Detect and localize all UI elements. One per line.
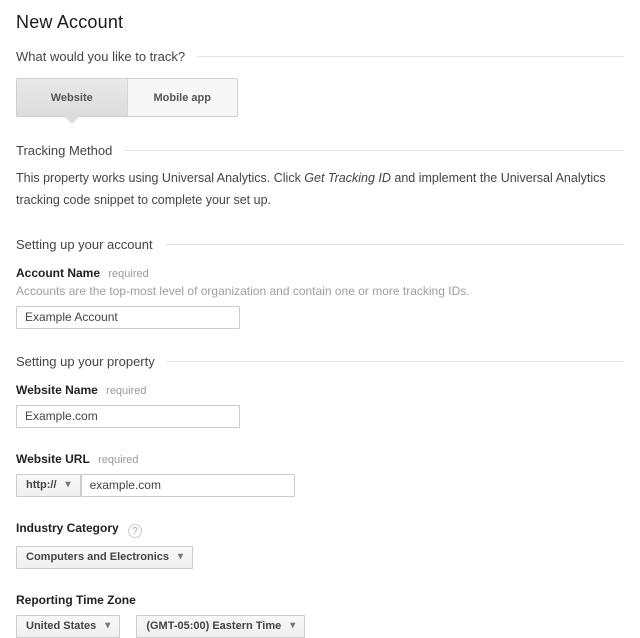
tracking-method-section: Tracking Method This property works usin… — [16, 143, 624, 212]
reporting-time-zone-label: Reporting Time Zone — [16, 593, 136, 607]
tab-website[interactable]: Website — [17, 79, 127, 116]
account-setup-heading-label: Setting up your account — [16, 237, 153, 252]
account-name-input[interactable] — [16, 306, 240, 329]
tab-mobile-app[interactable]: Mobile app — [127, 79, 238, 116]
website-name-input[interactable] — [16, 405, 240, 428]
tracking-method-description: This property works using Universal Anal… — [16, 168, 624, 212]
time-zone-dropdown[interactable]: (GMT-05:00) Eastern Time ▾ — [136, 615, 305, 638]
account-name-helper-text: Accounts are the top-most level of organ… — [16, 284, 624, 298]
track-type-tabs: Website Mobile app — [16, 78, 238, 117]
get-tracking-id-text: Get Tracking ID — [304, 171, 391, 185]
country-dropdown[interactable]: United States ▾ — [16, 615, 120, 638]
property-setup-section: Setting up your property Website Name re… — [16, 354, 624, 638]
website-name-field-group: Website Name required — [16, 383, 624, 428]
tab-website-label: Website — [51, 92, 93, 104]
website-url-input[interactable] — [81, 474, 295, 497]
account-name-field-group: Account Name required Accounts are the t… — [16, 266, 624, 329]
chevron-down-icon: ▾ — [105, 621, 110, 631]
reporting-time-zone-field-group: Reporting Time Zone United States ▾ (GMT… — [16, 593, 624, 638]
chevron-down-icon: ▾ — [178, 552, 183, 562]
help-icon[interactable]: ? — [128, 524, 142, 538]
new-account-page: New Account What would you like to track… — [0, 0, 640, 638]
website-name-required-tag: required — [106, 385, 146, 397]
industry-category-field-group: Industry Category ? Computers and Electr… — [16, 521, 624, 569]
country-value: United States — [26, 620, 96, 632]
reporting-time-zone-label-row: Reporting Time Zone — [16, 593, 624, 607]
industry-category-label: Industry Category — [16, 521, 119, 535]
account-setup-heading: Setting up your account — [16, 237, 624, 252]
website-url-row: http:// ▾ — [16, 474, 624, 497]
industry-category-label-row: Industry Category ? — [16, 521, 624, 538]
website-name-label: Website Name — [16, 383, 98, 397]
industry-category-value: Computers and Electronics — [26, 551, 169, 563]
url-protocol-value: http:// — [26, 479, 57, 491]
track-section-heading-label: What would you like to track? — [16, 49, 185, 64]
page-title: New Account — [16, 12, 624, 33]
tracking-method-heading-label: Tracking Method — [16, 143, 112, 158]
website-name-label-row: Website Name required — [16, 383, 624, 397]
tracking-desc-before: This property works using Universal Anal… — [16, 171, 304, 185]
account-name-required-tag: required — [108, 268, 148, 280]
tab-mobile-app-label: Mobile app — [154, 92, 211, 104]
chevron-down-icon: ▾ — [290, 621, 295, 631]
section-divider-line — [165, 244, 624, 245]
chevron-down-icon: ▾ — [66, 480, 71, 490]
website-url-required-tag: required — [98, 454, 138, 466]
account-setup-section: Setting up your account Account Name req… — [16, 237, 624, 329]
section-divider-line — [167, 361, 624, 362]
property-setup-heading: Setting up your property — [16, 354, 624, 369]
website-url-label-row: Website URL required — [16, 452, 624, 466]
section-divider-line — [124, 150, 624, 151]
track-section-heading: What would you like to track? — [16, 49, 624, 64]
url-protocol-dropdown[interactable]: http:// ▾ — [16, 474, 81, 497]
website-url-field-group: Website URL required http:// ▾ — [16, 452, 624, 497]
tracking-method-heading: Tracking Method — [16, 143, 624, 158]
section-divider-line — [197, 56, 624, 57]
property-setup-heading-label: Setting up your property — [16, 354, 155, 369]
account-name-label-row: Account Name required — [16, 266, 624, 280]
time-zone-value: (GMT-05:00) Eastern Time — [146, 620, 281, 632]
reporting-time-zone-row: United States ▾ (GMT-05:00) Eastern Time… — [16, 615, 624, 638]
website-url-label: Website URL — [16, 452, 90, 466]
industry-category-dropdown[interactable]: Computers and Electronics ▾ — [16, 546, 193, 569]
account-name-label: Account Name — [16, 266, 100, 280]
